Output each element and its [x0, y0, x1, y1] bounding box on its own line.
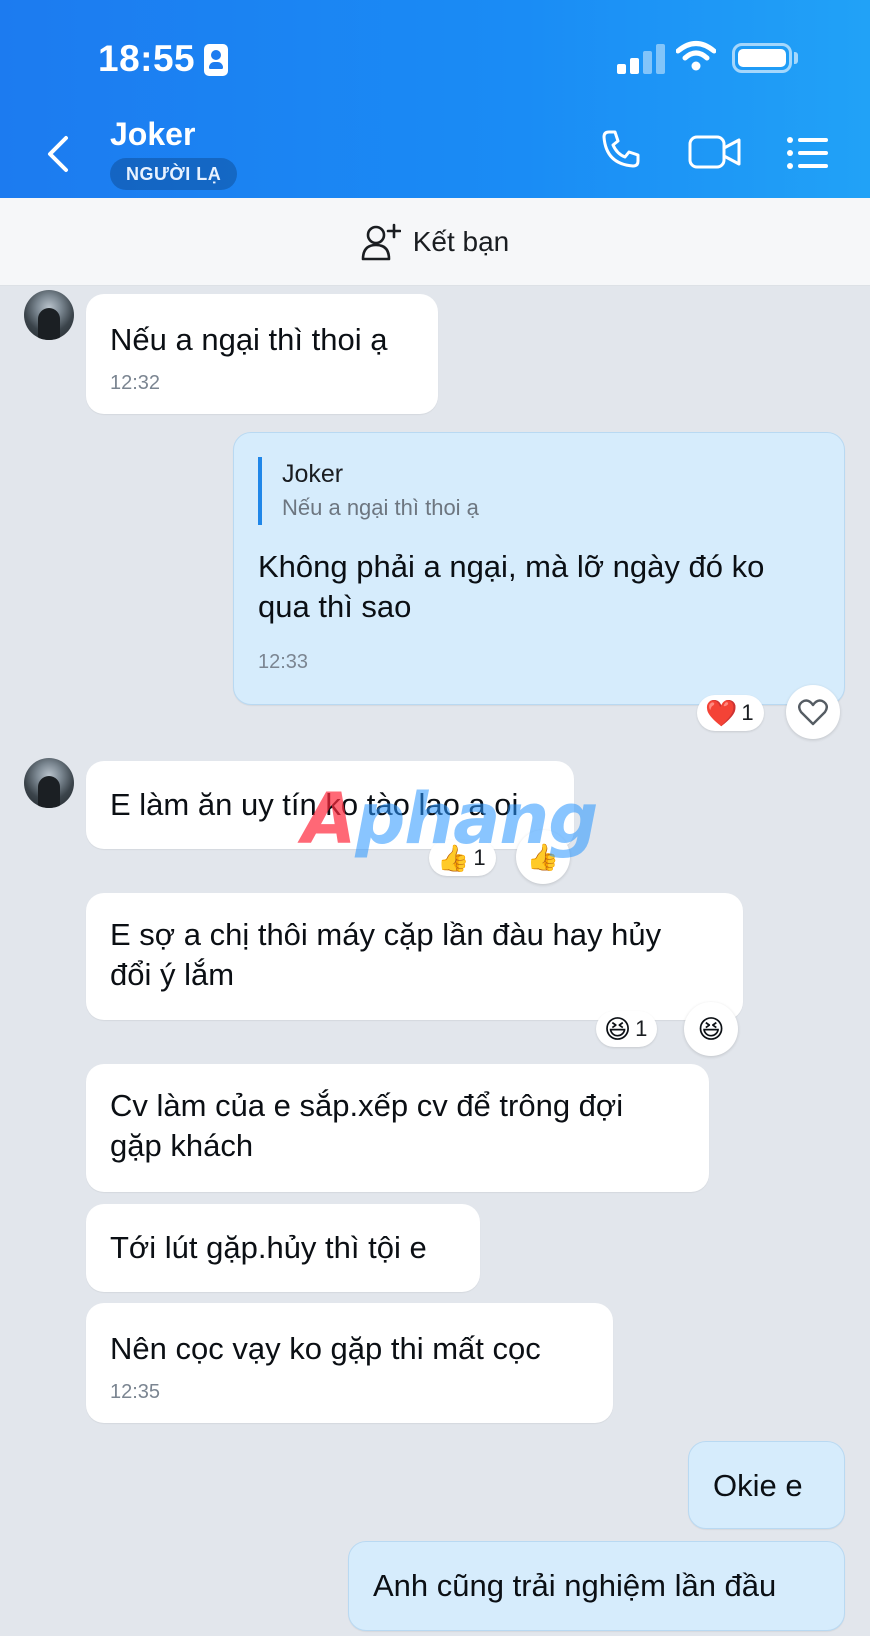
reaction-summary[interactable]: 😆 1	[596, 1011, 658, 1047]
stranger-badge: NGƯỜI LẠ	[110, 158, 238, 190]
message-text: Okie e	[713, 1468, 803, 1503]
laughing-icon: 😆	[697, 1014, 725, 1044]
add-friend-icon	[361, 223, 401, 260]
message-text-line: Cv làm của e sắp.xếp cv để trông đợi	[110, 1088, 624, 1123]
quoted-sender: Joker	[282, 460, 344, 488]
wifi-icon	[676, 41, 716, 71]
message-bubble-outgoing[interactable]: Okie e	[688, 1441, 845, 1529]
message-text: Nếu a ngại thì thoi ạ	[110, 322, 388, 357]
contact-name[interactable]: Joker	[110, 116, 195, 153]
chat-header: 18:55 Joker NGƯỜI LẠ	[0, 0, 870, 198]
message-time: 12:33	[258, 651, 309, 673]
quoted-text: Nếu a ngại thì thoi ạ	[282, 495, 479, 520]
message-text: Anh cũng trải nghiệm lần đầu	[373, 1568, 777, 1603]
laughing-reaction-icon: 😆	[604, 1014, 632, 1044]
reaction-count: 1	[635, 1016, 648, 1041]
battery-icon	[732, 43, 792, 73]
message-time: 12:32	[110, 372, 161, 394]
phone-call-icon[interactable]	[600, 128, 642, 170]
message-text-line: E sợ a chị thôi máy cặp lần đàu hay hủy	[110, 917, 662, 952]
heart-reaction-icon: ❤️	[705, 698, 738, 728]
message-bubble-outgoing[interactable]: Anh cũng trải nghiệm lần đầu	[348, 1541, 845, 1631]
heart-outline-icon	[798, 699, 828, 726]
message-bubble-incoming[interactable]: Cv làm của e sắp.xếp cv để trông đợi gặp…	[86, 1064, 709, 1192]
message-text-line: Không phải a ngại, mà lỡ ngày đó ko	[258, 549, 765, 584]
add-friend-bar[interactable]: Kết bạn	[0, 198, 870, 286]
status-time: 18:55	[98, 38, 196, 79]
message-bubble-incoming[interactable]: Tới lút gặp.hủy thì tội e	[86, 1204, 480, 1292]
menu-list-icon[interactable]	[786, 136, 830, 170]
quoted-message[interactable]: Joker Nếu a ngại thì thoi ạ	[258, 457, 820, 525]
cellular-signal-icon	[617, 44, 665, 74]
message-time: 12:35	[110, 1381, 161, 1403]
back-button[interactable]	[42, 132, 76, 176]
message-text-line: qua thì sao	[258, 589, 412, 624]
message-text: Tới lút gặp.hủy thì tội e	[110, 1230, 427, 1265]
add-friend-label: Kết bạn	[412, 225, 510, 257]
message-text-line: gặp khách	[110, 1128, 254, 1163]
react-button[interactable]: 😆	[684, 1002, 738, 1056]
contact-card-icon	[204, 44, 228, 76]
message-bubble-incoming[interactable]: Nên cọc vạy ko gặp thi mất cọc 12:35	[86, 1303, 613, 1423]
reaction-summary[interactable]: ❤️ 1	[697, 695, 764, 731]
contact-avatar[interactable]	[24, 758, 74, 808]
message-bubble-outgoing[interactable]: Joker Nếu a ngại thì thoi ạ Không phải a…	[233, 432, 845, 705]
video-call-icon[interactable]	[688, 134, 742, 170]
message-text-line: đổi ý lắm	[110, 957, 235, 992]
contact-avatar[interactable]	[24, 290, 74, 340]
message-bubble-incoming[interactable]: E sợ a chị thôi máy cặp lần đàu hay hủy …	[86, 893, 743, 1020]
message-text: Nên cọc vạy ko gặp thi mất cọc	[110, 1331, 541, 1366]
message-bubble-incoming[interactable]: Nếu a ngại thì thoi ạ 12:32	[86, 294, 438, 414]
react-button[interactable]	[786, 685, 840, 739]
battery-cap	[794, 52, 798, 64]
watermark-logo: Aphang	[302, 778, 598, 860]
reaction-count: 1	[741, 700, 754, 725]
